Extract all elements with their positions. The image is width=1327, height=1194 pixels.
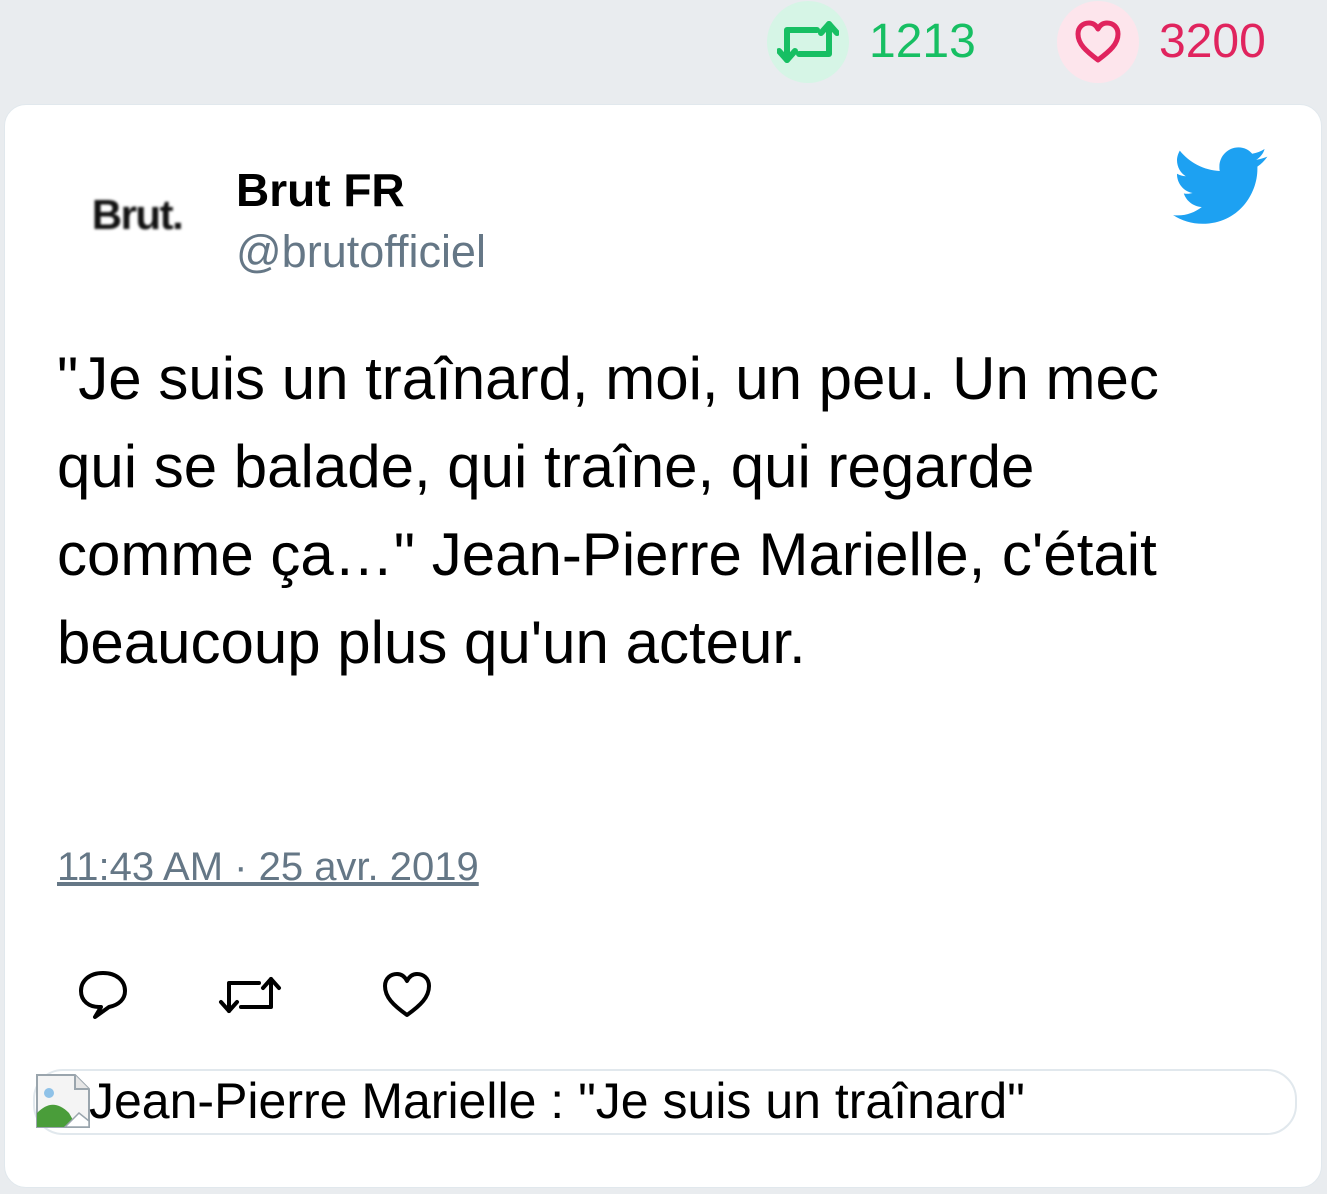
- tweet-timestamp-link[interactable]: 11:43 AM · 25 avr. 2019: [57, 847, 479, 887]
- link-preview-title[interactable]: Jean-Pierre Marielle : "Je suis un traîn…: [89, 1073, 1025, 1129]
- stats-bar: 1213 3200: [0, 0, 1327, 96]
- link-preview-card[interactable]: Jean-Pierre Marielle : "Je suis un traîn…: [33, 1069, 1297, 1135]
- author-handle[interactable]: @brutofficiel: [236, 229, 486, 274]
- retweet-count: 1213: [869, 15, 976, 68]
- author-name[interactable]: Brut FR: [236, 167, 405, 213]
- like-count-stat[interactable]: 3200: [1057, 0, 1266, 84]
- like-count: 3200: [1159, 15, 1266, 68]
- heart-icon[interactable]: [377, 965, 437, 1025]
- broken-image-icon: [35, 1073, 91, 1129]
- tweet-text: "Je suis un traînard, moi, un peu. Un me…: [57, 345, 1159, 676]
- retweet-icon[interactable]: [767, 1, 849, 83]
- retweet-icon[interactable]: [217, 965, 281, 1025]
- twitter-bird-icon[interactable]: [1173, 147, 1269, 227]
- reply-icon[interactable]: [73, 965, 133, 1025]
- tweet-card: Brut. Brut FR @brutofficiel "Je suis un …: [4, 104, 1322, 1188]
- heart-icon[interactable]: [1057, 1, 1139, 83]
- retweet-count-stat[interactable]: 1213: [767, 0, 976, 84]
- avatar[interactable]: Brut.: [67, 165, 207, 265]
